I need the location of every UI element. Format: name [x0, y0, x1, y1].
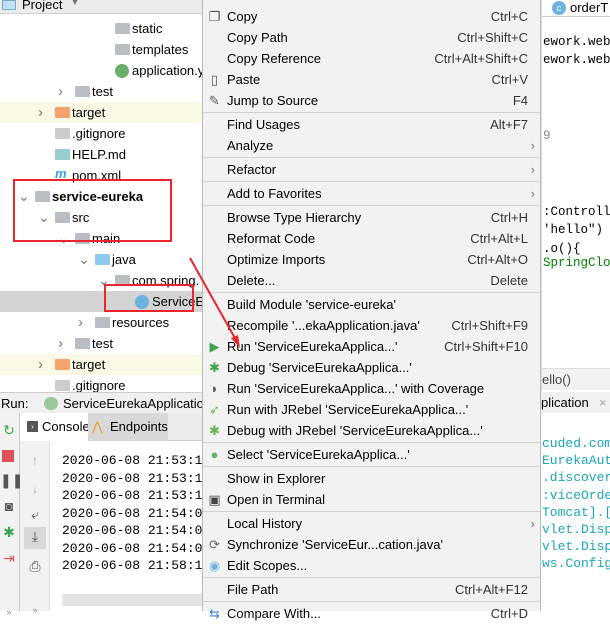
- annotation-arrow: [189, 257, 240, 348]
